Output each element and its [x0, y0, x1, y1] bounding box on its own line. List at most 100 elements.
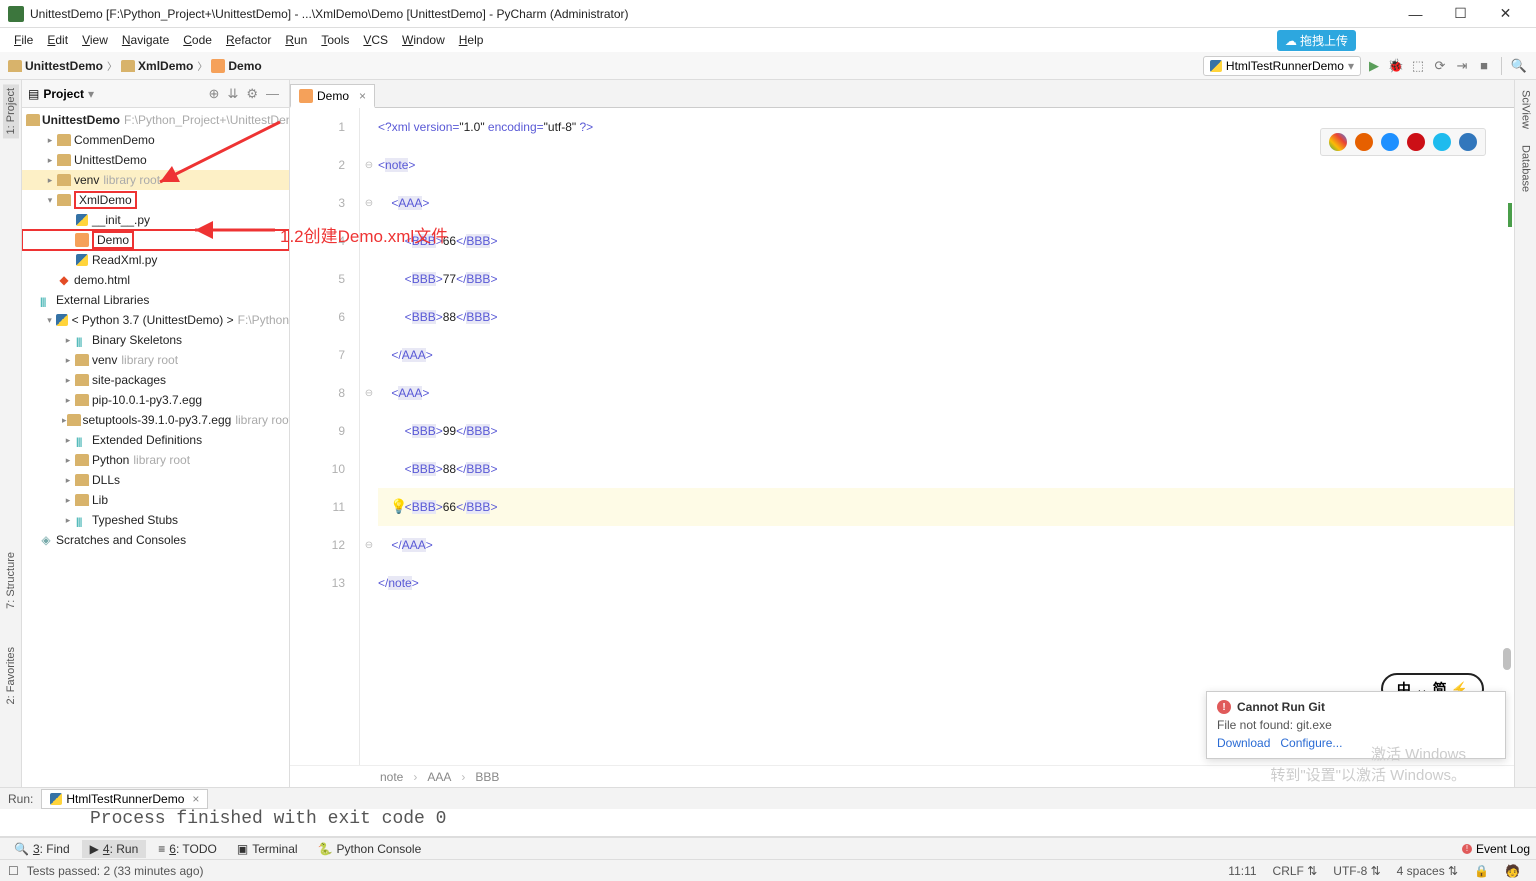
line-separator[interactable]: CRLF ⇅ [1273, 864, 1318, 878]
close-button[interactable]: ✕ [1483, 0, 1528, 28]
readonly-lock-icon[interactable]: 🔒 [1474, 864, 1489, 878]
breadcrumb-item[interactable]: UnittestDemo [8, 59, 103, 73]
tree-item[interactable]: ▸Typeshed Stubs [22, 510, 289, 530]
menu-run[interactable]: Run [279, 31, 313, 49]
breadcrumb-item[interactable]: XmlDemo [121, 59, 193, 73]
stop-button[interactable]: ■ [1475, 57, 1493, 75]
close-tab-icon[interactable]: × [359, 89, 366, 103]
firefox-icon[interactable] [1355, 133, 1373, 151]
tree-item[interactable]: ▸Lib [22, 490, 289, 510]
upload-badge[interactable]: ☁ 拖拽上传 [1277, 30, 1356, 51]
tree-item[interactable]: ▸pip-10.0.1-py3.7.egg [22, 390, 289, 410]
scroll-from-source-icon[interactable]: ⊕ [209, 86, 220, 102]
tree-item[interactable]: ▸Pythonlibrary root [22, 450, 289, 470]
editor-tab-demo[interactable]: Demo × [290, 84, 375, 108]
inspection-indicator [1508, 203, 1512, 227]
fold-gutter[interactable]: ⊖⊖⊖⊖ [360, 108, 378, 765]
tree-item[interactable]: ◆demo.html [22, 270, 289, 290]
crumb-note[interactable]: note [380, 770, 403, 784]
structure-tool-tab[interactable]: 7: Structure [3, 548, 19, 613]
tree-item[interactable]: ▾< Python 3.7 (UnittestDemo) >F:\Python [22, 310, 289, 330]
coverage-button[interactable]: ⬚ [1409, 57, 1427, 75]
tree-item[interactable]: ▸site-packages [22, 370, 289, 390]
run-tab[interactable]: HtmlTestRunnerDemo × [41, 789, 208, 809]
menu-file[interactable]: File [8, 31, 39, 49]
menu-code[interactable]: Code [177, 31, 218, 49]
chevron-down-icon: ▾ [1348, 59, 1354, 73]
crumb-BBB[interactable]: BBB [475, 770, 499, 784]
tree-item[interactable]: ReadXml.py [22, 250, 289, 270]
tree-item[interactable]: ▸Binary Skeletons [22, 330, 289, 350]
scrollbar-thumb[interactable] [1503, 648, 1511, 670]
favorites-tool-tab[interactable]: 2: Favorites [3, 643, 19, 708]
chevron-down-icon[interactable]: ▾ [88, 87, 94, 101]
indent-settings[interactable]: 4 spaces ⇅ [1397, 864, 1458, 878]
menu-edit[interactable]: Edit [41, 31, 74, 49]
code-editor[interactable]: 12345678910111213 ⊖⊖⊖⊖ <?xml version="1.… [290, 108, 1514, 765]
tree-item[interactable]: ▸UnittestDemo [22, 150, 289, 170]
tree-item[interactable]: ▸venvlibrary root [22, 170, 289, 190]
search-everywhere-button[interactable]: 🔍 [1510, 57, 1528, 75]
bottom-tab-todo[interactable]: ≡6: TODO [150, 840, 225, 858]
run-config-selector[interactable]: HtmlTestRunnerDemo ▾ [1203, 56, 1361, 76]
code-content[interactable]: <?xml version="1.0" encoding="utf-8" ?><… [378, 108, 1514, 765]
tree-item[interactable]: External Libraries [22, 290, 289, 310]
opera-icon[interactable] [1407, 133, 1425, 151]
menu-help[interactable]: Help [453, 31, 490, 49]
menu-vcs[interactable]: VCS [357, 31, 394, 49]
run-button[interactable]: ▶ [1365, 57, 1383, 75]
project-tool-tab[interactable]: 1: Project [3, 84, 19, 138]
tree-item[interactable]: UnittestDemoF:\Python_Project+\UnittestD… [22, 110, 289, 130]
menu-window[interactable]: Window [396, 31, 451, 49]
caret-position[interactable]: 11:11 [1228, 864, 1256, 878]
project-tree[interactable]: UnittestDemoF:\Python_Project+\UnittestD… [22, 108, 289, 787]
bottom-tab-terminal[interactable]: ▣Terminal [229, 840, 306, 858]
file-encoding[interactable]: UTF-8 ⇅ [1333, 864, 1380, 878]
status-icon: ☐ [8, 864, 19, 878]
tests-status: Tests passed: 2 (33 minutes ago) [27, 864, 204, 878]
breadcrumb: UnittestDemo〉XmlDemo〉Demo [8, 58, 1203, 73]
tree-item[interactable]: ▸CommenDemo [22, 130, 289, 150]
menu-refactor[interactable]: Refactor [220, 31, 277, 49]
run-panel-header: Run: HtmlTestRunnerDemo × [0, 787, 1536, 809]
attach-button[interactable]: ⇥ [1453, 57, 1471, 75]
bottom-tab-find[interactable]: 🔍3: Find [6, 840, 78, 858]
project-panel-header: ▤ Project ▾ ⊕ ⇊ ⚙ ― [22, 80, 289, 108]
title-bar: UnittestDemo [F:\Python_Project+\Unittes… [0, 0, 1536, 28]
breadcrumb-item[interactable]: Demo [211, 59, 261, 73]
close-icon[interactable]: × [192, 792, 199, 806]
bottom-tab-pythonconsole[interactable]: 🐍Python Console [310, 840, 430, 858]
crumb-AAA[interactable]: AAA [427, 770, 451, 784]
tree-item[interactable]: __init__.py [22, 210, 289, 230]
tree-item[interactable]: ▾XmlDemo [22, 190, 289, 210]
menu-view[interactable]: View [76, 31, 114, 49]
chrome-icon[interactable] [1329, 133, 1347, 151]
event-log-button[interactable]: ! Event Log [1462, 842, 1530, 856]
ie-icon[interactable] [1433, 133, 1451, 151]
window-title: UnittestDemo [F:\Python_Project+\Unittes… [30, 7, 1393, 21]
safari-icon[interactable] [1381, 133, 1399, 151]
tree-item[interactable]: ▸setuptools-39.1.0-py3.7.egglibrary root [22, 410, 289, 430]
gear-icon[interactable]: ⚙ [246, 86, 258, 102]
minimize-button[interactable]: ― [1393, 0, 1438, 28]
tree-item[interactable]: ▸Extended Definitions [22, 430, 289, 450]
menu-tools[interactable]: Tools [315, 31, 355, 49]
debug-button[interactable]: 🐞 [1387, 57, 1405, 75]
project-panel: ▤ Project ▾ ⊕ ⇊ ⚙ ― UnittestDemoF:\Pytho… [22, 80, 290, 787]
tree-item[interactable]: Demo [22, 230, 289, 250]
tree-item[interactable]: ◈Scratches and Consoles [22, 530, 289, 550]
bottom-tab-run[interactable]: ▶4: Run [82, 840, 147, 858]
maximize-button[interactable]: ☐ [1438, 0, 1483, 28]
menu-navigate[interactable]: Navigate [116, 31, 175, 49]
tree-item[interactable]: ▸DLLs [22, 470, 289, 490]
profile-button[interactable]: ⟳ [1431, 57, 1449, 75]
hector-icon[interactable]: 🧑 [1505, 864, 1520, 878]
database-tool-tab[interactable]: Database [1518, 141, 1534, 196]
intention-bulb-icon[interactable]: 💡 [390, 498, 407, 515]
edge-icon[interactable] [1459, 133, 1477, 151]
collapse-all-icon[interactable]: ⇊ [227, 86, 238, 102]
hide-icon[interactable]: ― [266, 86, 279, 101]
tree-item[interactable]: ▸venvlibrary root [22, 350, 289, 370]
sciview-tool-tab[interactable]: SciView [1518, 86, 1534, 133]
download-link[interactable]: Download [1217, 736, 1270, 750]
